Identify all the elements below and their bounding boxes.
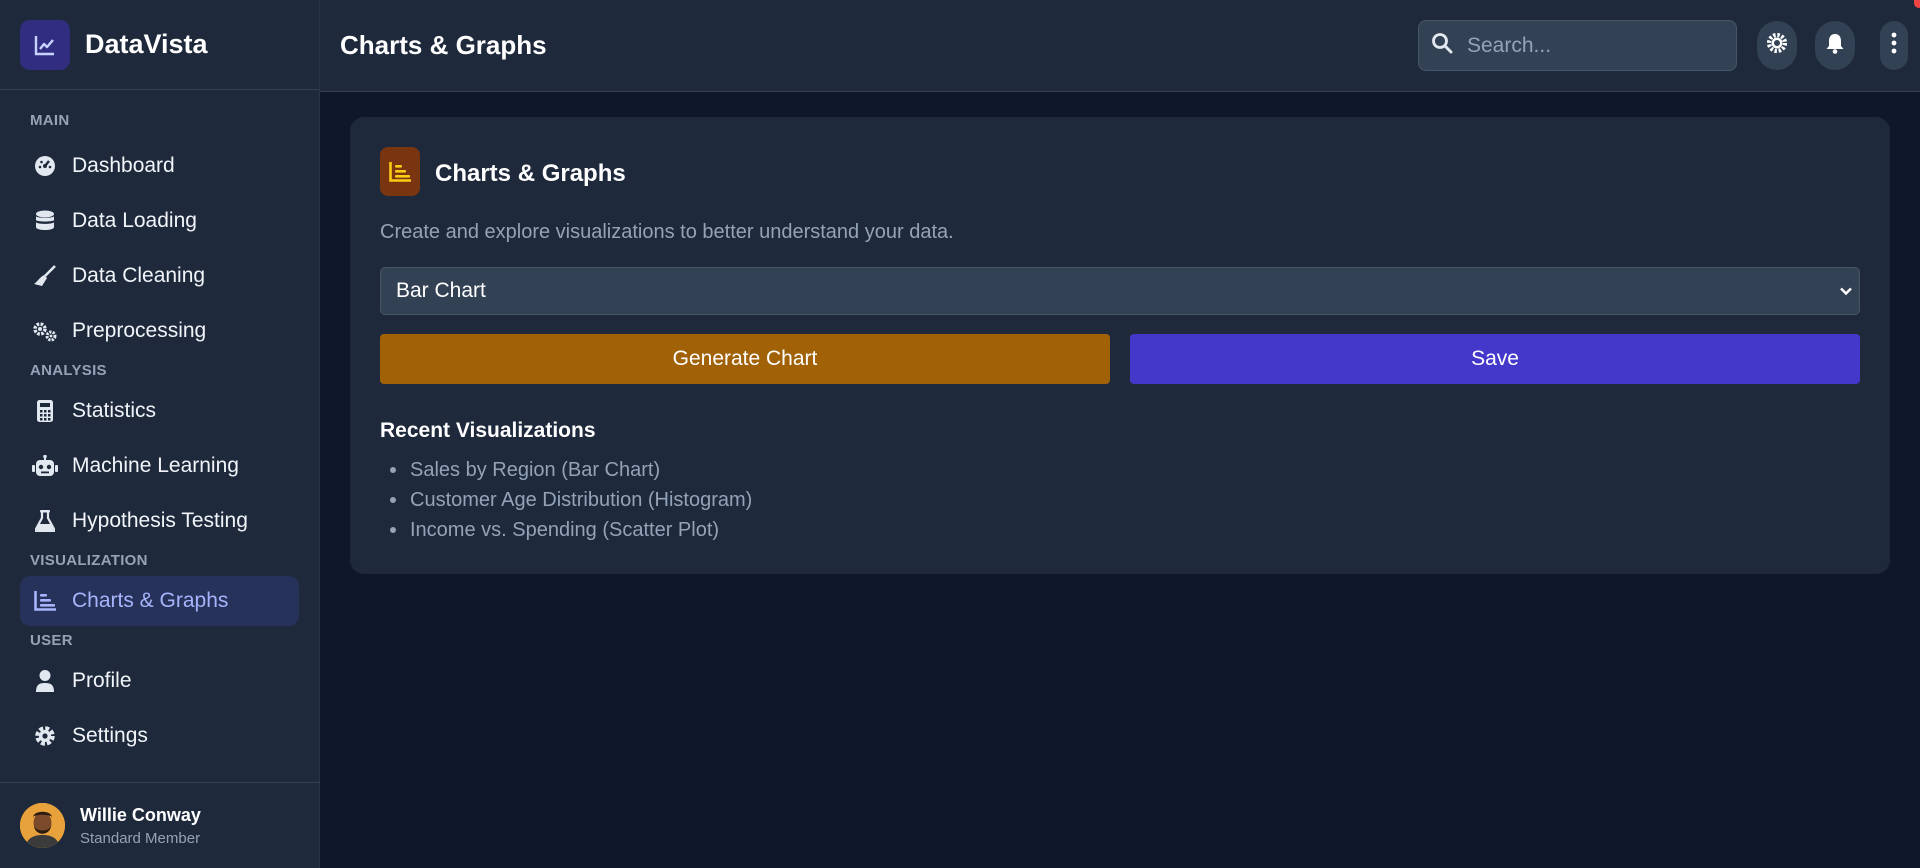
sidebar-item-label: Settings bbox=[72, 724, 148, 747]
section-label-main: MAIN bbox=[30, 112, 70, 129]
gears-icon bbox=[32, 318, 58, 344]
user-icon bbox=[32, 668, 58, 694]
bullet bbox=[390, 497, 396, 503]
section-label-visualization: VISUALIZATION bbox=[30, 552, 148, 569]
list-item-label: Customer Age Distribution (Histogram) bbox=[410, 488, 753, 511]
sidebar-item-label: Preprocessing bbox=[72, 319, 207, 342]
sun-icon bbox=[1766, 32, 1788, 59]
robot-icon bbox=[32, 453, 58, 479]
search-box[interactable] bbox=[1418, 20, 1737, 71]
sidebar-item-settings[interactable]: Settings bbox=[20, 711, 299, 761]
list-item[interactable]: Income vs. Spending (Scatter Plot) bbox=[380, 515, 752, 545]
avatar bbox=[20, 803, 65, 848]
recent-visualizations-title: Recent Visualizations bbox=[380, 419, 596, 442]
sidebar-item-data-cleaning[interactable]: Data Cleaning bbox=[20, 251, 299, 301]
sidebar-item-label: Data Loading bbox=[72, 209, 197, 232]
sidebar-item-data-loading[interactable]: Data Loading bbox=[20, 196, 299, 246]
sidebar-item-label: Machine Learning bbox=[72, 454, 239, 477]
notifications-button[interactable] bbox=[1815, 21, 1855, 70]
user-profile[interactable]: Willie Conway Standard Member bbox=[0, 782, 320, 868]
bullet bbox=[390, 467, 396, 473]
sidebar-item-hypothesis-testing[interactable]: Hypothesis Testing bbox=[20, 496, 299, 546]
sidebar-item-label: Statistics bbox=[72, 399, 157, 422]
database-icon bbox=[32, 208, 58, 234]
sidebar-item-label: Data Cleaning bbox=[72, 264, 206, 287]
flask-icon bbox=[32, 508, 58, 534]
search-icon bbox=[1431, 32, 1453, 59]
broom-icon bbox=[32, 263, 58, 289]
chevron-down-icon bbox=[1839, 284, 1853, 303]
sidebar-item-machine-learning[interactable]: Machine Learning bbox=[20, 441, 299, 491]
gauge-icon bbox=[32, 153, 58, 179]
save-button[interactable]: Save bbox=[1130, 334, 1860, 384]
sidebar-item-profile[interactable]: Profile bbox=[20, 656, 299, 706]
theme-toggle-button[interactable] bbox=[1757, 21, 1797, 70]
bar-chart-icon bbox=[32, 588, 58, 614]
topbar: Charts & Graphs bbox=[320, 0, 1920, 92]
list-item-label: Sales by Region (Bar Chart) bbox=[410, 458, 661, 481]
list-item-label: Income vs. Spending (Scatter Plot) bbox=[410, 518, 720, 541]
user-text: Willie Conway Standard Member bbox=[80, 805, 201, 847]
calculator-icon bbox=[32, 398, 58, 424]
page-title: Charts & Graphs bbox=[340, 30, 547, 60]
chart-line-icon bbox=[20, 19, 70, 70]
bell-icon bbox=[1826, 33, 1844, 59]
generate-chart-button[interactable]: Generate Chart bbox=[380, 334, 1110, 384]
sidebar-item-preprocessing[interactable]: Preprocessing bbox=[20, 306, 299, 356]
bullet bbox=[390, 527, 396, 533]
card-title: Charts & Graphs bbox=[435, 160, 626, 187]
sidebar: DataVista MAIN Dashboard Data Loading Da… bbox=[0, 0, 320, 868]
sidebar-item-charts-graphs[interactable]: Charts & Graphs bbox=[20, 576, 299, 626]
bar-chart-icon bbox=[380, 147, 420, 196]
section-label-user: USER bbox=[30, 632, 73, 649]
section-label-analysis: ANALYSIS bbox=[30, 362, 107, 379]
sidebar-item-label: Hypothesis Testing bbox=[72, 509, 248, 532]
search-input[interactable] bbox=[1467, 33, 1717, 58]
recent-visualizations-list: Sales by Region (Bar Chart) Customer Age… bbox=[380, 455, 752, 545]
more-vertical-icon bbox=[1891, 32, 1897, 59]
sidebar-item-label: Dashboard bbox=[72, 154, 175, 177]
chart-type-selected: Bar Chart bbox=[396, 279, 486, 302]
notification-dot bbox=[1914, 0, 1920, 8]
chart-type-select[interactable]: Bar Chart bbox=[380, 267, 1860, 315]
brand-name: DataVista bbox=[85, 29, 208, 59]
user-role: Standard Member bbox=[80, 829, 201, 847]
card-description: Create and explore visualizations to bet… bbox=[380, 221, 954, 243]
brand[interactable]: DataVista bbox=[0, 0, 319, 90]
gear-icon bbox=[32, 723, 58, 749]
list-item[interactable]: Sales by Region (Bar Chart) bbox=[380, 455, 752, 485]
sidebar-item-dashboard[interactable]: Dashboard bbox=[20, 141, 299, 191]
sidebar-item-label: Profile bbox=[72, 669, 132, 692]
list-item[interactable]: Customer Age Distribution (Histogram) bbox=[380, 485, 752, 515]
more-options-button[interactable] bbox=[1880, 21, 1908, 70]
charts-card: Charts & Graphs Create and explore visua… bbox=[350, 117, 1890, 574]
sidebar-item-statistics[interactable]: Statistics bbox=[20, 386, 299, 436]
user-name: Willie Conway bbox=[80, 804, 201, 825]
sidebar-item-label: Charts & Graphs bbox=[72, 589, 229, 612]
